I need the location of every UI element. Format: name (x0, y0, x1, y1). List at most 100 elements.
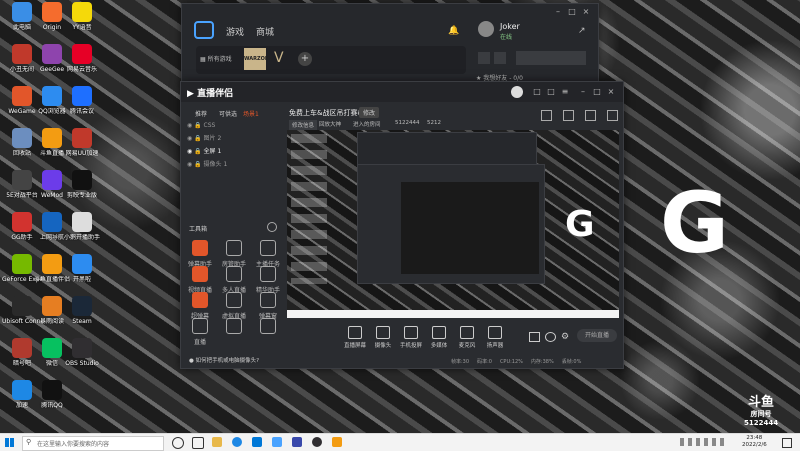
toolbox-item[interactable]: 精华助手 (251, 266, 285, 294)
edge-icon[interactable] (232, 437, 242, 447)
close-button[interactable]: × (607, 88, 615, 96)
data-icon[interactable] (585, 110, 596, 121)
desktop-icon[interactable]: Steam (62, 296, 102, 325)
meta-tag: 进入的房间 (353, 122, 381, 128)
bottom-tool[interactable]: 扬声器 (481, 326, 509, 349)
tool-icon (192, 292, 208, 308)
add-friend-button[interactable] (478, 52, 490, 64)
desktop-icon[interactable]: 开黑啦 (62, 254, 102, 283)
app-icon (42, 128, 62, 148)
game-tile-valorant[interactable]: V (274, 50, 284, 66)
tab-scene[interactable]: 场景1 (243, 109, 259, 118)
minimize-button[interactable]: – (579, 88, 587, 96)
toolbox-item[interactable]: 弹幕窗 (251, 292, 285, 320)
game-launcher-window[interactable]: 游戏 商城 🔔 Joker 在线 ↗ – □ × ▦ 所有游戏 WARZONE … (181, 3, 599, 85)
external-link-icon[interactable]: ↗ (578, 26, 586, 36)
app-icon (72, 338, 92, 358)
desktop-icon[interactable]: 网易云音乐 (62, 44, 102, 73)
camera-toggle-icon[interactable] (529, 332, 540, 342)
meta-tag[interactable]: 回放大神 (319, 120, 341, 128)
stream-companion-icon[interactable] (332, 437, 342, 447)
user-avatar[interactable] (478, 21, 494, 37)
close-button[interactable]: × (582, 8, 590, 16)
app-icon (42, 338, 62, 358)
bottom-tool[interactable]: 麦克风 (453, 326, 481, 349)
tab-recommend[interactable]: 推荐 (195, 109, 207, 118)
bottom-tool[interactable]: 多媒体 (425, 326, 453, 349)
scene-item[interactable]: ◉ 🔒 图片 2 (187, 133, 267, 144)
streaming-companion-window[interactable]: ▶ 直播伴侣 □ □ ≡ – □ × 推荐 可供选 场景1 ◉ 🔒 CSS ◉ … (180, 81, 624, 369)
taskbar-search-input[interactable]: ⚲ 在这里输入你要搜索的内容 (22, 436, 164, 451)
game-tile-warzone[interactable]: WARZONE (244, 48, 273, 70)
menu-button[interactable]: ≡ (561, 88, 569, 96)
meta-tag[interactable]: 修改信息 (289, 120, 318, 130)
toolbox-item[interactable]: 弹幕助手 (183, 240, 217, 268)
bottom-tool-label: 摄像头 (374, 343, 392, 349)
stream-title[interactable]: 免费上车&战区吊打赛& (289, 108, 363, 118)
notification-icon[interactable]: 🔔 (448, 26, 459, 36)
notification-center-icon[interactable] (782, 438, 792, 448)
gear-icon[interactable]: ⚙ (561, 332, 569, 342)
bottom-tool[interactable]: 直播屏幕 (341, 326, 369, 349)
scene-item[interactable]: ◉ 🔒 全屏 1 (187, 146, 267, 157)
nav-games[interactable]: 游戏 (226, 25, 244, 38)
app-icon (42, 170, 62, 190)
desktop-icon[interactable]: 腾讯QQ (32, 380, 72, 409)
toolbox-item[interactable] (251, 318, 285, 337)
tab-optional[interactable]: 可供选 (219, 109, 237, 118)
desktop-icon[interactable]: OBS Studio (62, 338, 102, 367)
clock[interactable]: 23:48 2022/2/6 (742, 435, 767, 449)
app-icon[interactable] (292, 437, 302, 447)
gift-icon[interactable] (541, 110, 552, 121)
eye-icon[interactable] (545, 332, 556, 342)
friend-settings-button[interactable] (494, 52, 506, 64)
scene-item[interactable]: ◉ 🔒 摄像头 1 (187, 159, 267, 170)
task-view-icon[interactable] (192, 437, 204, 449)
bottom-tool[interactable]: 手机投屏 (397, 326, 425, 349)
nav-store[interactable]: 商城 (256, 25, 274, 38)
bottom-tool-icon (460, 326, 474, 339)
friend-search-input[interactable] (516, 51, 586, 65)
windows-start-icon[interactable] (5, 438, 14, 447)
settings-button[interactable]: □ (533, 88, 541, 96)
app-icon (72, 44, 92, 64)
bottom-tool[interactable]: 摄像头 (369, 326, 397, 349)
toolbox-item[interactable] (217, 318, 251, 337)
toolbox-item[interactable]: 主播任务 (251, 240, 285, 268)
maximize-button[interactable]: □ (568, 8, 576, 16)
app-icon (12, 254, 32, 274)
scene-item[interactable]: ◉ 🔒 CSS (187, 120, 267, 131)
desktop-icon[interactable]: 剪映专业版 (62, 170, 102, 199)
store-icon[interactable] (252, 437, 262, 447)
library-button[interactable]: ▦ 所有游戏 (200, 54, 232, 63)
cortana-icon[interactable] (172, 437, 184, 449)
desktop-icon[interactable]: 网易UU加速 (62, 128, 102, 157)
wallet-icon[interactable] (607, 110, 618, 121)
bottom-tool-icon (432, 326, 446, 339)
add-game-button[interactable]: + (298, 52, 312, 66)
toolbox-item[interactable]: 虚拟直播 (217, 292, 251, 320)
toolbox-item[interactable]: 超弹幕 (183, 292, 217, 320)
explorer-icon[interactable] (212, 437, 222, 447)
bottom-tool-label: 手机投屏 (399, 343, 422, 349)
avatar[interactable] (511, 86, 523, 98)
desktop-icon[interactable]: 腾讯会议 (62, 86, 102, 115)
desktop-icon[interactable]: 小鹅开播助手 (62, 212, 102, 241)
skin-button[interactable]: □ (547, 88, 555, 96)
toolbox-more-icon[interactable] (267, 222, 277, 232)
title-edit-tag[interactable]: 修改 (359, 107, 380, 118)
hint-text[interactable]: ● 如何把手机或电脑摄像头? (189, 356, 259, 364)
minimize-button[interactable]: – (554, 8, 562, 16)
maximize-button[interactable]: □ (593, 88, 601, 96)
toolbox-item[interactable]: 视频直播 (183, 266, 217, 294)
app-icon (42, 2, 62, 22)
obs-icon[interactable] (312, 437, 322, 447)
toolbox-item[interactable]: 直播 (183, 318, 217, 346)
share-icon[interactable] (563, 110, 574, 121)
toolbox-item[interactable]: 多人直播 (217, 266, 251, 294)
start-stream-button[interactable]: 开始直播 (577, 329, 617, 342)
desktop-icon[interactable]: YY语音 (62, 2, 102, 31)
toolbox-item[interactable]: 房管助手 (217, 240, 251, 268)
bottom-tool-label: 扬声器 (486, 343, 504, 349)
launcher-icon[interactable] (272, 437, 282, 447)
